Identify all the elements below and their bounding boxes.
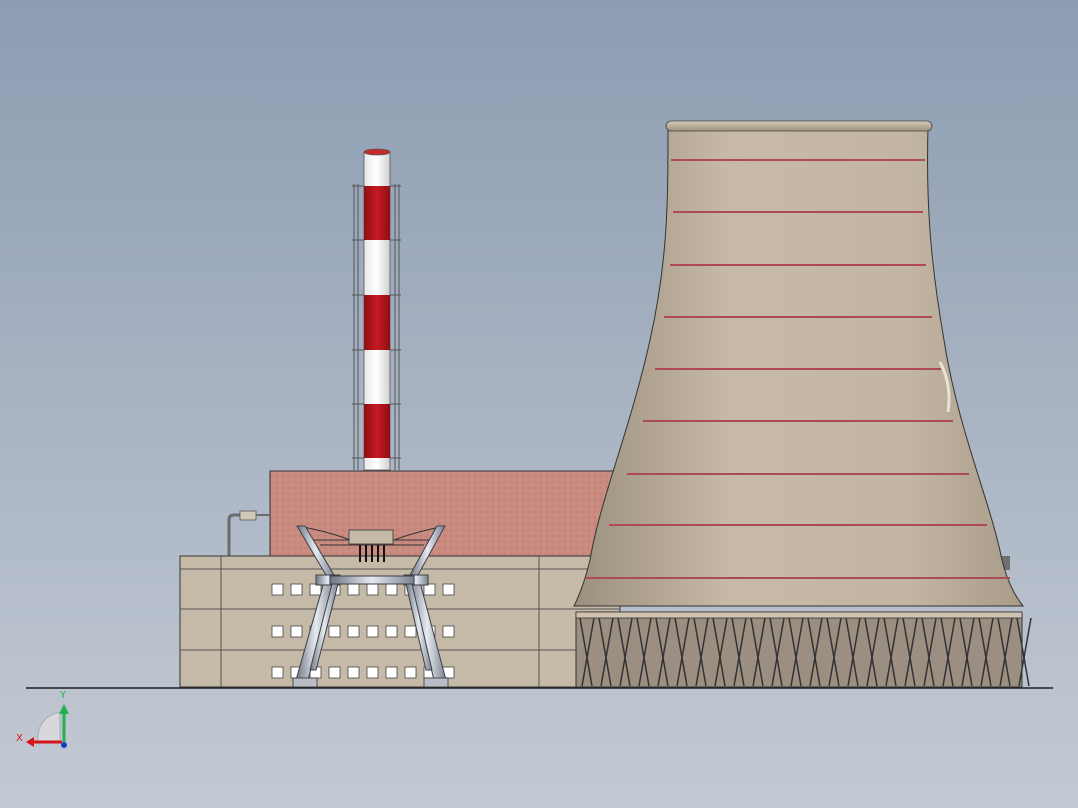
window <box>404 666 417 679</box>
window <box>309 583 322 596</box>
turbine-hall <box>269 470 636 558</box>
x-axis-label: X <box>16 733 23 744</box>
window <box>271 583 284 596</box>
window <box>271 666 284 679</box>
window <box>385 583 398 596</box>
window <box>328 666 341 679</box>
y-axis-label: Y <box>60 690 67 701</box>
window <box>423 583 436 596</box>
window <box>347 625 360 638</box>
window <box>385 625 398 638</box>
window <box>290 625 303 638</box>
window <box>366 666 379 679</box>
window <box>366 625 379 638</box>
window <box>290 583 303 596</box>
window <box>442 625 455 638</box>
window <box>328 625 341 638</box>
window <box>366 583 379 596</box>
scene-canvas <box>0 0 1078 808</box>
window <box>271 625 284 638</box>
window <box>404 625 417 638</box>
cad-viewport[interactable]: Y X <box>0 0 1078 808</box>
window <box>347 583 360 596</box>
window <box>442 583 455 596</box>
window <box>385 666 398 679</box>
window <box>347 666 360 679</box>
